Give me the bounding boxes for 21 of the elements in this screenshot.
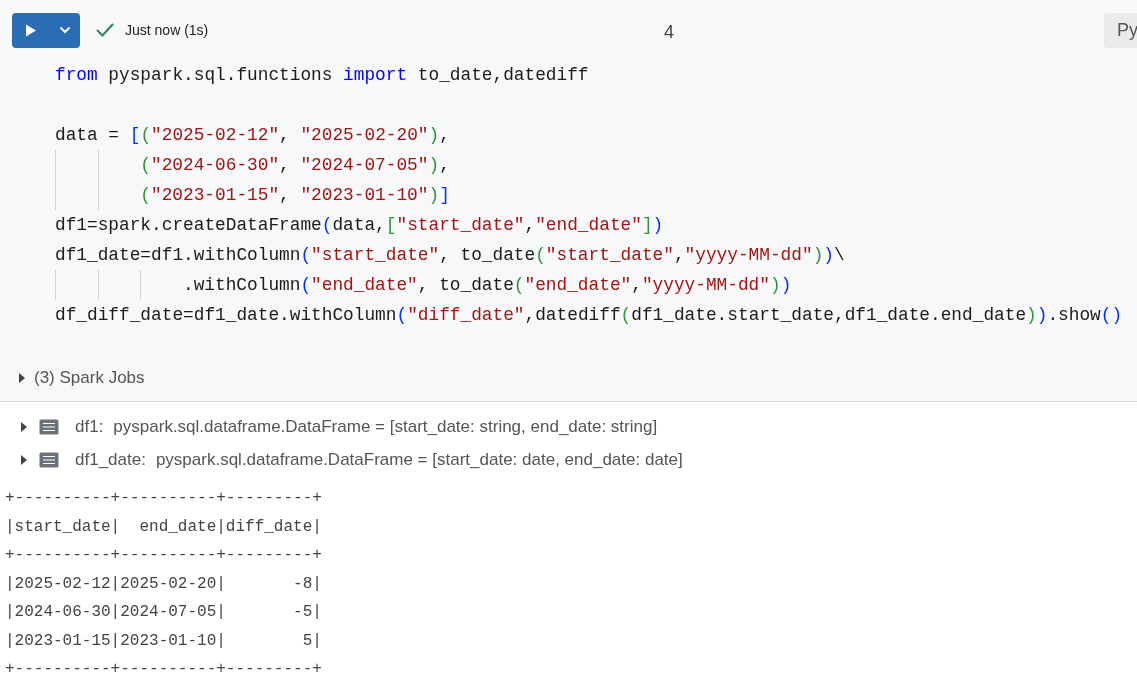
output-line: |2023-01-15|2023-01-10| 5| <box>5 630 323 652</box>
output-line: |2025-02-12|2025-02-20| -8| <box>5 573 323 595</box>
output-line: +----------+----------+---------+ <box>5 659 323 680</box>
spark-jobs-toggle[interactable]: (3) Spark Jobs <box>18 364 145 391</box>
chevron-down-icon <box>59 26 71 34</box>
output-line: +----------+----------+---------+ <box>5 545 323 566</box>
table-icon <box>39 418 59 435</box>
output-line: +----------+----------+---------+ <box>5 488 323 509</box>
code-editor[interactable]: from pyspark.sql.functions import to_date,datediff data = [("2025-02-12", "2025-02-20"), ("2024-06-30", "2024-07-05"), ("2023-01-15", "2023-01-10")] df1=spark.createDataFrame(data,["start_date","end_date"]) df1_date=df1.withColumn("start_date", to_date("start_date","yyyy-MM-dd"))\ .withColumn("end_date", to_date("end_date","yyyy-MM-dd")) df_diff_date=df1_date.withColumn("diff_date",datediff(df1_date.start_date,df1_date.end_date)).show() <box>0 60 1137 354</box>
dataframe-name: df1_date: <box>75 448 146 471</box>
output-line: |start_date| end_date|diff_date| <box>5 516 323 538</box>
output-line: |2024-06-30|2024-07-05| -5| <box>5 602 323 623</box>
dataframe-toggle[interactable]: df1_date: <box>20 446 146 473</box>
dataframe-schema: pyspark.sql.dataframe.DataFrame = [start_date: string, end_date: string] <box>113 415 658 438</box>
dataframe-toggle[interactable]: df1: <box>20 413 104 440</box>
dataframe-schema: pyspark.sql.dataframe.DataFrame = [start_date: date, end_date: date] <box>155 448 683 471</box>
table-icon <box>39 451 59 468</box>
play-icon <box>25 23 37 37</box>
run-status: Just now (1s) <box>125 20 209 40</box>
dataframe-name: df1: <box>75 415 104 438</box>
cell-number: 4 <box>664 21 674 44</box>
